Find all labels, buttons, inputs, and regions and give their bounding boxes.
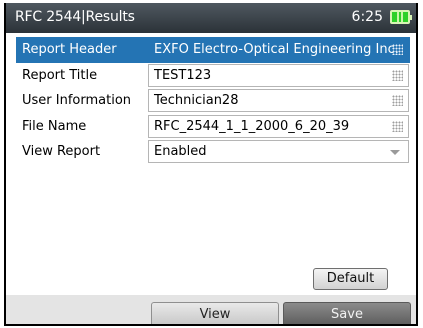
battery-charging-icon — [390, 10, 412, 24]
report-title-value: TEST123 — [154, 68, 212, 83]
view-report-select[interactable]: Enabled — [148, 140, 409, 163]
view-report-value: Enabled — [154, 144, 207, 159]
row-report-header[interactable]: Report Header EXFO Electro-Optical Engin… — [16, 37, 410, 63]
keyboard-icon[interactable] — [392, 70, 403, 81]
report-header-value: EXFO Electro-Optical Engineering Inc. — [154, 42, 399, 57]
results-form: Report Header EXFO Electro-Optical Engin… — [6, 33, 416, 295]
row-report-title[interactable]: Report Title TEST123 — [16, 63, 410, 89]
title-bar: RFC 2544|Results 6:25 — [6, 3, 416, 33]
row-file-name[interactable]: File Name RFC_2544_1_1_2000_6_20_39 — [16, 114, 410, 140]
report-header-field[interactable]: EXFO Electro-Optical Engineering Inc. — [148, 38, 409, 61]
user-information-field[interactable]: Technician28 — [148, 89, 409, 112]
device-screen: RFC 2544|Results 6:25 Report Header EXFO… — [4, 3, 418, 326]
view-button[interactable]: View — [151, 302, 279, 324]
file-name-field[interactable]: RFC_2544_1_1_2000_6_20_39 — [148, 115, 409, 138]
report-title-label: Report Title — [22, 68, 98, 83]
row-user-information[interactable]: User Information Technician28 — [16, 88, 410, 114]
view-report-label: View Report — [22, 144, 101, 159]
default-button[interactable]: Default — [313, 268, 388, 290]
keyboard-icon[interactable] — [392, 121, 403, 132]
clock: 6:25 — [351, 9, 383, 25]
report-title-field[interactable]: TEST123 — [148, 64, 409, 87]
chevron-down-icon[interactable] — [390, 150, 400, 155]
keyboard-icon[interactable] — [392, 95, 403, 106]
user-information-value: Technician28 — [154, 93, 239, 108]
row-view-report[interactable]: View Report Enabled — [16, 139, 410, 165]
screen-title: RFC 2544|Results — [15, 9, 135, 25]
file-name-label: File Name — [22, 119, 87, 134]
report-header-label: Report Header — [22, 42, 117, 57]
save-button[interactable]: Save — [283, 302, 411, 324]
file-name-value: RFC_2544_1_1_2000_6_20_39 — [154, 119, 350, 134]
softkey-bar: View Save — [6, 295, 416, 324]
keyboard-icon[interactable] — [392, 44, 403, 55]
user-information-label: User Information — [22, 93, 132, 108]
